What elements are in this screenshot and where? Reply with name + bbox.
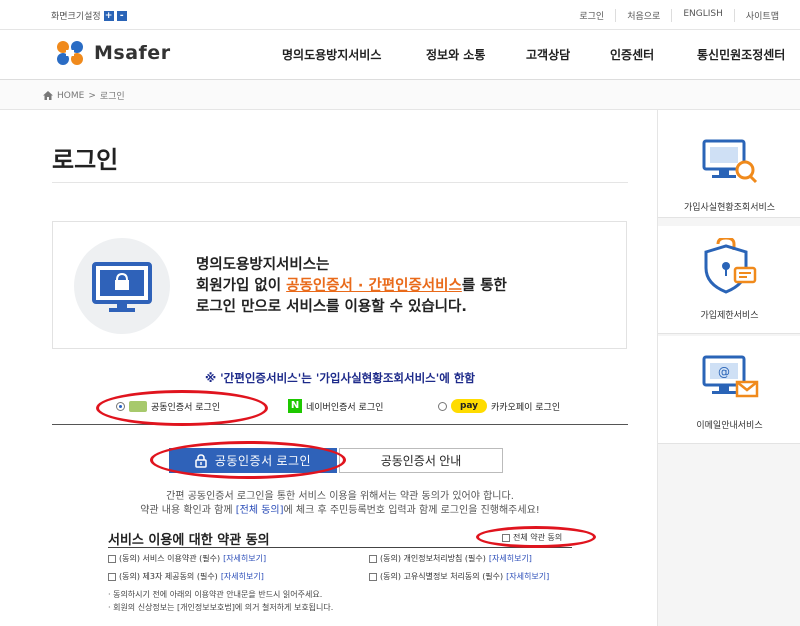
agree-item-privacy[interactable]: (동의) 개인정보처리방침 (필수) [자세히보기] [369,553,532,564]
lock-icon [195,453,207,468]
agree-checkbox[interactable] [369,572,377,581]
english-link[interactable]: ENGLISH [671,9,734,22]
monitor-search-icon [702,139,757,184]
side-item-label: 가입사실현황조회서비스 [683,203,776,213]
agree-checkbox[interactable] [369,554,377,563]
cert-login-button[interactable]: 공동인증서 로그인 [169,448,337,473]
detail-link[interactable]: [자세히보기] [506,571,549,582]
agree-all-label: 전체 약관 동의 [513,533,563,542]
site-logo[interactable]: Msafer [52,38,171,68]
desc-line-1: 간편 공동인증서 로그인을 통한 서비스 이용을 위해서는 약관 동의가 있어야… [166,491,514,502]
home-link[interactable]: 처음으로 [615,9,671,22]
agree-item-third-party[interactable]: (동의) 제3자 제공동의 (필수) [자세히보기] [108,571,264,582]
intro-illustration [74,238,170,334]
login-method-tabs: 공동인증서 로그인 N 네이버인증서 로그인 pay 카카오페이 로그인 [116,399,616,416]
sitemap-link[interactable]: 사이트맵 [733,9,790,22]
simple-auth-notice: ※ '간편인증서비스'는 '가입사실현황조회서비스'에 한함 [204,371,476,385]
tab-kakaopay-login-label: 카카오페이 로그인 [491,402,561,413]
side-item-subscription-inquiry[interactable]: 가입사실현황조회서비스 [658,110,800,218]
agree-all-checkbox[interactable] [502,533,510,542]
agree-item-label: (동의) 서비스 이용약관 (필수) [119,554,221,563]
font-minus-button[interactable]: - [116,10,127,21]
title-divider [52,182,628,183]
menu-complaint-center[interactable]: 통신민원조정센터 [697,46,785,63]
desc-line-2: 약관 내용 확인과 함께 [전체 동의]에 체크 후 주민등록번호 입력과 함께… [0,504,680,518]
intro-text: 명의도용방지서비스는 회원가입 없이 공동인증서 · 간편인증서비스를 통한 로… [196,255,507,318]
tab-naver-login[interactable]: N 네이버인증서 로그인 [288,399,383,413]
monitor-mail-icon: @ [702,355,758,398]
tab-naver-login-label: 네이버인증서 로그인 [306,402,384,413]
intro-line-2: 회원가입 없이 공동인증서 · 간편인증서비스를 통한 [196,276,507,297]
intro-line-2-post: 를 통한 [461,278,507,294]
naver-icon: N [288,399,302,413]
cert-guide-button[interactable]: 공동인증서 안내 [339,448,503,473]
home-icon [43,91,53,100]
page-title: 로그인 [52,146,119,174]
brand-name: Msafer [94,42,171,64]
breadcrumb-current: 로그인 [99,92,125,102]
detail-link[interactable]: [자세히보기] [489,553,532,564]
cert-login-button-label: 공동인증서 로그인 [214,454,312,468]
breadcrumb-separator: > [88,90,96,101]
certificate-card-icon [129,401,147,412]
tab-kakaopay-login[interactable]: pay 카카오페이 로그인 [438,399,560,413]
svg-text:@: @ [718,365,730,379]
side-item-label: 가입제한서비스 [700,311,759,321]
msafer-logo-icon [57,41,83,65]
agreement-note-2: · 회원의 신상정보는 [개인정보보호법]에 의거 철저하게 보호됩니다. [108,603,334,612]
agree-item-label: (동의) 제3자 제공동의 (필수) [119,572,218,581]
utility-links: 로그인 처음으로 ENGLISH 사이트맵 [568,9,790,22]
agree-item-unique-id[interactable]: (동의) 고유식별정보 처리동의 (필수) [자세히보기] [369,571,549,582]
agree-item-label: (동의) 개인정보처리방침 (필수) [380,554,486,563]
intro-line-3: 로그인 만으로 서비스를 이용할 수 있습니다. [196,299,467,315]
agreement-divider [108,547,572,548]
tabs-divider [52,424,628,425]
agree-checkbox[interactable] [108,554,116,563]
monitor-lock-icon [92,262,152,312]
tab-cert-login[interactable]: 공동인증서 로그인 [116,400,220,413]
top-utility-bar: 화면크기설정 + - 로그인 처음으로 ENGLISH 사이트맵 [0,0,800,30]
radio-cert-login[interactable] [116,402,125,411]
detail-link[interactable]: [자세히보기] [221,571,264,582]
intro-line-1: 명의도용방지서비스는 [196,257,330,273]
agree-all-checkbox-row[interactable]: 전체 약관 동의 [502,532,562,543]
detail-link[interactable]: [자세히보기] [223,553,266,564]
intro-box: 명의도용방지서비스는 회원가입 없이 공동인증서 · 간편인증서비스를 통한 로… [52,221,627,349]
breadcrumb: HOME > 로그인 [0,80,800,110]
agreement-description: 간편 공동인증서 로그인을 통한 서비스 이용을 위해서는 약관 동의가 있어야… [0,490,680,518]
radio-kakaopay-login[interactable] [438,401,447,411]
desc-line-2-pre: 약관 내용 확인과 함께 [140,505,236,516]
kakaopay-icon: pay [451,399,487,413]
side-quick-menu: 가입사실현황조회서비스 가입제한서비스 @ 이메일안내서비스 [657,110,800,626]
main-navigation: Msafer 명의도용방지서비스 정보와 소통 고객상담 인증센터 통신민원조정… [0,30,800,80]
agree-item-terms[interactable]: (동의) 서비스 이용약관 (필수) [자세히보기] [108,553,266,564]
agree-checkbox[interactable] [108,572,116,581]
menu-info-communication[interactable]: 정보와 소통 [426,46,485,63]
menu-theft-prevention[interactable]: 명의도용방지서비스 [282,46,381,63]
agreement-title: 서비스 이용에 대한 약관 동의 [108,533,270,548]
font-size-control: 화면크기설정 + - [51,9,127,22]
side-item-email-notice[interactable]: @ 이메일안내서비스 [658,336,800,444]
agree-item-label: (동의) 고유식별정보 처리동의 (필수) [380,572,504,581]
side-item-subscription-restriction[interactable]: 가입제한서비스 [658,226,800,334]
agree-all-link[interactable]: [전체 동의] [236,505,284,516]
font-size-label: 화면크기설정 [51,12,101,22]
intro-highlight: 공동인증서 · 간편인증서비스 [286,278,462,294]
desc-line-2-post: 에 체크 후 주민등록번호 입력과 함께 로그인을 진행해주세요! [283,505,540,516]
agreement-note-1: · 동의하시기 전에 아래의 이용약관 안내문을 반드시 읽어주세요. [108,590,323,599]
shield-lock-icon [704,238,756,294]
intro-line-2-pre: 회원가입 없이 [196,278,287,294]
login-link[interactable]: 로그인 [568,9,615,22]
menu-customer-support[interactable]: 고객상담 [526,46,570,63]
tab-cert-login-label: 공동인증서 로그인 [151,403,221,413]
breadcrumb-home[interactable]: HOME [57,91,84,101]
font-plus-button[interactable]: + [103,10,114,21]
menu-certification-center[interactable]: 인증센터 [610,46,654,63]
side-item-label: 이메일안내서비스 [696,421,763,431]
